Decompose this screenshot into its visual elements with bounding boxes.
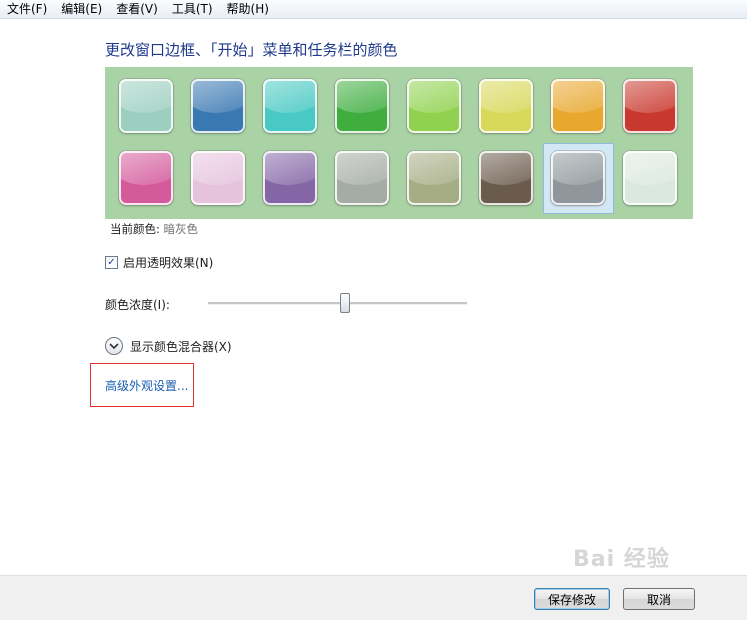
color-swatch[interactable] xyxy=(263,151,317,205)
menu-tools[interactable]: 工具(T) xyxy=(165,0,220,18)
cancel-button[interactable]: 取消 xyxy=(623,588,695,610)
color-swatch[interactable] xyxy=(479,79,533,133)
color-swatch[interactable] xyxy=(335,151,389,205)
chevron-down-icon[interactable] xyxy=(105,337,123,355)
color-swatch[interactable] xyxy=(263,79,317,133)
color-swatch[interactable] xyxy=(191,151,245,205)
menu-view[interactable]: 查看(V) xyxy=(109,0,165,18)
color-swatch[interactable] xyxy=(623,151,677,205)
intensity-label: 颜色浓度(I): xyxy=(105,298,170,312)
color-swatch-panel xyxy=(105,67,693,219)
baidu-watermark: Bai 经验 xyxy=(573,547,670,572)
color-swatch[interactable] xyxy=(623,79,677,133)
color-swatch[interactable] xyxy=(335,79,389,133)
menu-bar: 文件(F) 编辑(E) 查看(V) 工具(T) 帮助(H) xyxy=(0,0,747,19)
intensity-slider-thumb[interactable] xyxy=(340,293,351,313)
menu-help[interactable]: 帮助(H) xyxy=(220,0,276,18)
color-swatch[interactable] xyxy=(551,151,605,205)
menu-edit[interactable]: 编辑(E) xyxy=(54,0,109,18)
footer-bar: 保存修改 取消 xyxy=(0,575,747,620)
color-swatch[interactable] xyxy=(407,151,461,205)
color-swatch[interactable] xyxy=(119,151,173,205)
color-mixer-toggle[interactable]: 显示颜色混合器(X) xyxy=(105,337,232,355)
color-swatch[interactable] xyxy=(551,79,605,133)
current-color-value: 暗灰色 xyxy=(163,222,199,236)
current-color-label: 当前颜色: xyxy=(110,222,160,236)
transparency-checkbox[interactable]: ✓ xyxy=(105,256,118,269)
current-color-line: 当前颜色: 暗灰色 xyxy=(110,221,198,237)
color-mixer-label[interactable]: 显示颜色混合器(X) xyxy=(130,338,232,355)
advanced-appearance-link[interactable]: 高级外观设置... xyxy=(105,377,188,394)
color-swatch[interactable] xyxy=(191,79,245,133)
color-swatch[interactable] xyxy=(119,79,173,133)
color-swatch[interactable] xyxy=(479,151,533,205)
intensity-slider-track[interactable] xyxy=(208,302,467,305)
color-swatch[interactable] xyxy=(407,79,461,133)
transparency-label[interactable]: 启用透明效果(N) xyxy=(123,254,213,271)
menu-file[interactable]: 文件(F) xyxy=(0,0,54,18)
intensity-row: 颜色浓度(I): xyxy=(105,296,170,313)
save-button[interactable]: 保存修改 xyxy=(534,588,610,610)
page-title: 更改窗口边框、「开始」菜单和任务栏的颜色 xyxy=(105,41,398,59)
transparency-row[interactable]: ✓ 启用透明效果(N) xyxy=(105,254,213,271)
